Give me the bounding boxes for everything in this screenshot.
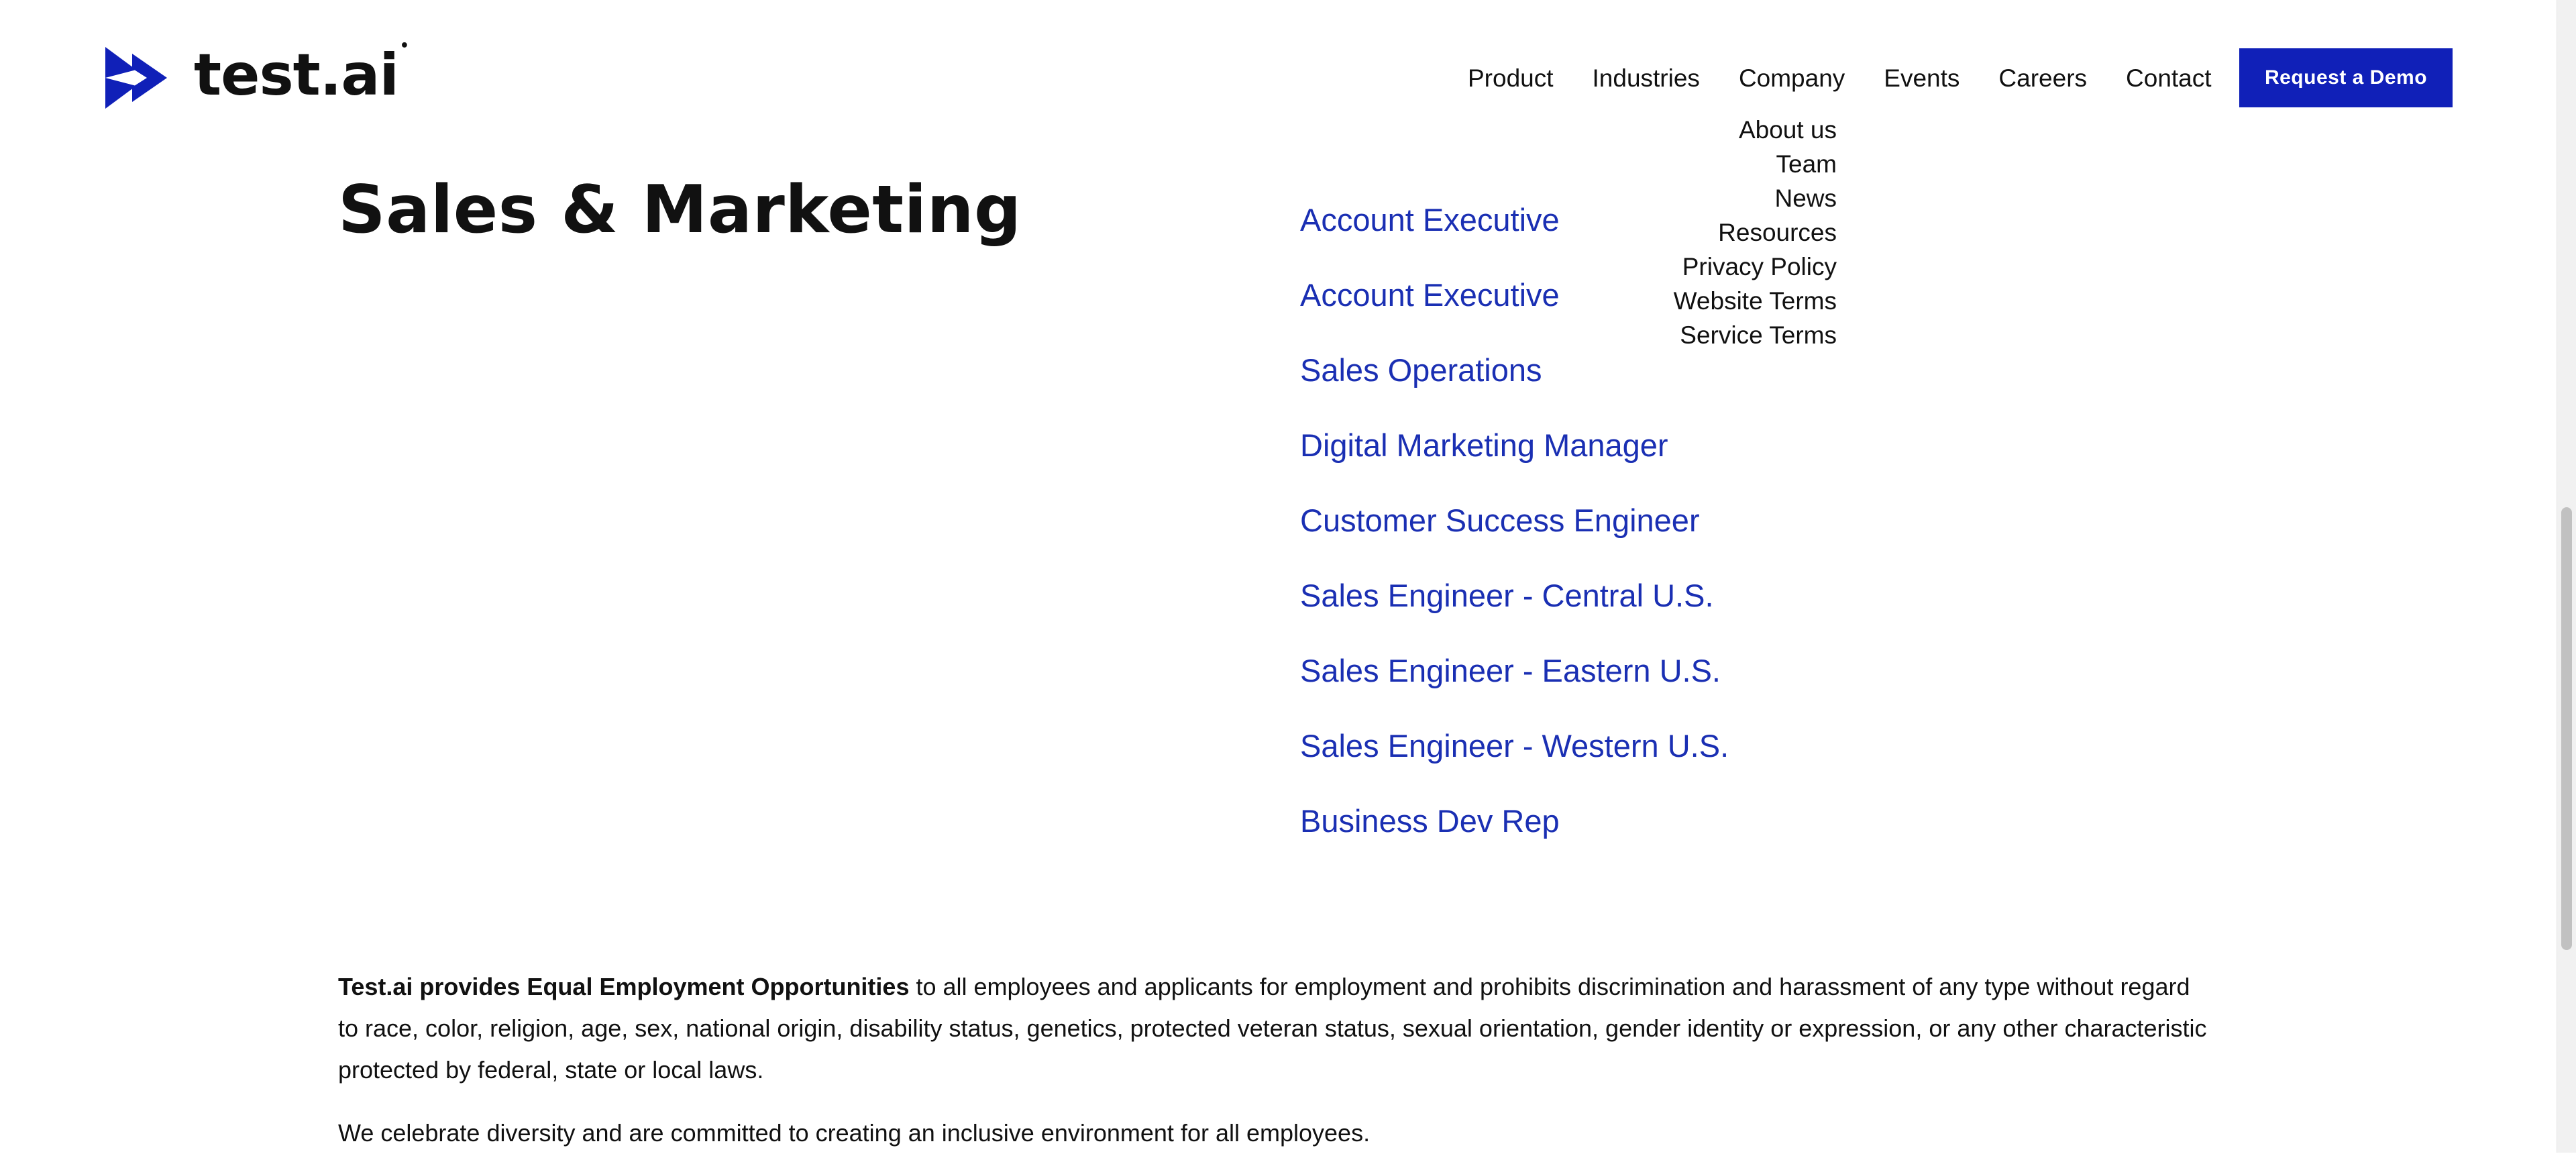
eeo-paragraph: Test.ai provides Equal Employment Opport… xyxy=(338,966,2216,1091)
page-title: Sales & Marketing xyxy=(338,172,1022,248)
nav-item-company[interactable]: Company xyxy=(1739,64,1845,93)
company-dropdown-menu: About us Team News Resources Privacy Pol… xyxy=(1673,113,1837,352)
logo-wordmark: test.ai• xyxy=(194,38,409,109)
job-link[interactable]: Sales Engineer - Western U.S. xyxy=(1300,709,1729,784)
list-item: Business Dev Rep xyxy=(1300,784,1729,859)
job-link[interactable]: Sales Operations xyxy=(1300,333,1729,408)
nav-item-industries[interactable]: Industries xyxy=(1593,64,1700,93)
job-link[interactable]: Business Dev Rep xyxy=(1300,784,1729,859)
nav-item-product[interactable]: Product xyxy=(1468,64,1554,93)
list-item: Sales Engineer - Western U.S. xyxy=(1300,709,1729,784)
nav-item-events[interactable]: Events xyxy=(1884,64,1960,93)
vertical-scrollbar[interactable] xyxy=(2557,0,2576,1153)
chevron-logo-icon xyxy=(105,47,167,109)
scrollbar-thumb[interactable] xyxy=(2561,507,2572,950)
eeo-lead: Test.ai provides Equal Employment Opport… xyxy=(338,973,910,1000)
list-item: Customer Success Engineer xyxy=(1300,483,1729,558)
list-item: Sales Engineer - Eastern U.S. xyxy=(1300,633,1729,709)
dropdown-item-privacy-policy[interactable]: Privacy Policy xyxy=(1674,250,1837,284)
dropdown-item-team[interactable]: Team xyxy=(1674,147,1837,181)
logo[interactable]: test.ai• xyxy=(105,38,409,109)
list-item: Sales Operations xyxy=(1300,333,1729,408)
list-item: Account Executive xyxy=(1300,258,1729,333)
site-header: test.ai• Product Industries Company Even… xyxy=(0,0,2557,134)
request-demo-button[interactable]: Request a Demo xyxy=(2239,48,2453,107)
list-item: Account Executive xyxy=(1300,182,1729,258)
diversity-paragraph: We celebrate diversity and are committed… xyxy=(338,1119,1371,1147)
dropdown-item-news[interactable]: News xyxy=(1674,181,1837,215)
dropdown-item-service-terms[interactable]: Service Terms xyxy=(1674,318,1837,352)
nav-item-careers[interactable]: Careers xyxy=(1998,64,2087,93)
job-link[interactable]: Sales Engineer - Central U.S. xyxy=(1300,558,1729,633)
dropdown-item-resources[interactable]: Resources xyxy=(1674,215,1837,250)
main-nav: Product Industries Company Events Career… xyxy=(1468,64,2212,93)
eeo-statement: Test.ai provides Equal Employment Opport… xyxy=(338,966,2216,1154)
job-link[interactable]: Digital Marketing Manager xyxy=(1300,408,1729,483)
list-item: Sales Engineer - Central U.S. xyxy=(1300,558,1729,633)
job-link[interactable]: Customer Success Engineer xyxy=(1300,483,1729,558)
dropdown-item-about-us[interactable]: About us xyxy=(1674,113,1837,147)
list-item: Digital Marketing Manager xyxy=(1300,408,1729,483)
dropdown-item-website-terms[interactable]: Website Terms xyxy=(1674,284,1837,318)
job-link[interactable]: Account Executive xyxy=(1300,182,1729,258)
job-link[interactable]: Account Executive xyxy=(1300,258,1729,333)
nav-item-contact[interactable]: Contact xyxy=(2126,64,2212,93)
job-link[interactable]: Sales Engineer - Eastern U.S. xyxy=(1300,633,1729,709)
job-list: Account Executive Account Executive Sale… xyxy=(1300,182,1729,859)
